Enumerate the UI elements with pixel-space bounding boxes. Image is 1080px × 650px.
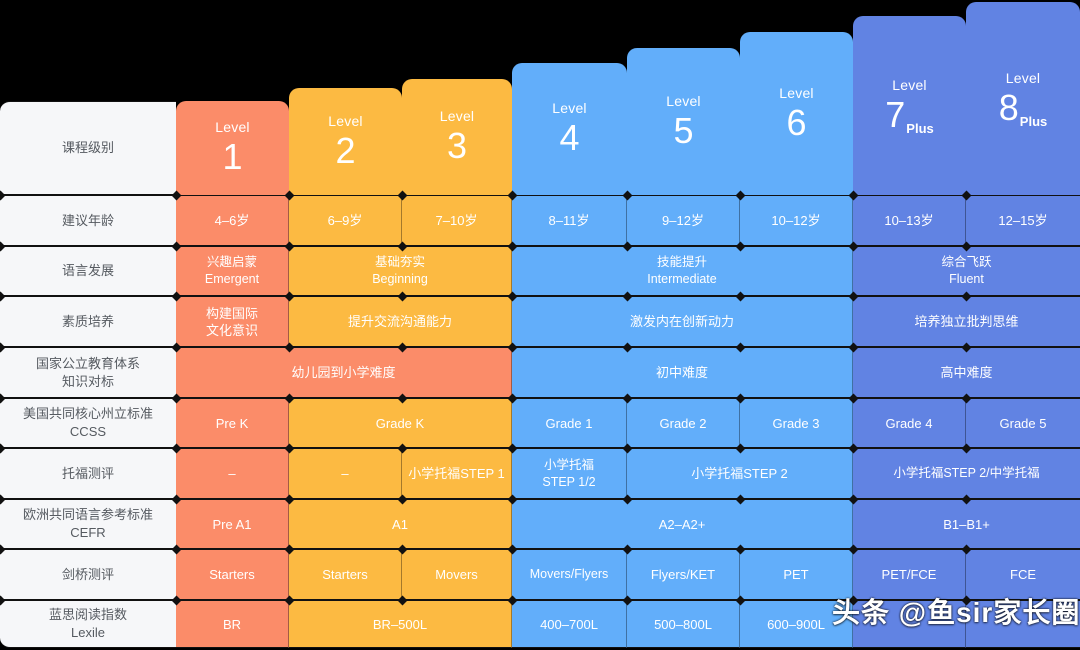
cell-r7-c3: Movers/Flyers	[512, 549, 627, 600]
cell-r5-c1: –	[289, 448, 402, 499]
column-header-level-4[interactable]: Level 4	[512, 63, 638, 195]
column-header-level-number: 1	[222, 136, 243, 177]
cell-r2-c6: 培养独立批判思维	[853, 296, 1080, 347]
cell-r5-c2: 小学托福STEP 1	[402, 448, 512, 499]
cell-r5-c4: 小学托福STEP 2	[627, 448, 853, 499]
cell-r4-c3: Grade 1	[512, 398, 627, 448]
column-header-level-number: 2	[335, 129, 356, 171]
cell-r3-c0: 幼儿园到小学难度	[176, 347, 512, 398]
cell-r2-c1: 提升交流沟通能力	[289, 296, 512, 347]
cell-r2-c0: 构建国际 文化意识	[176, 296, 289, 347]
column-header-level-6[interactable]: Level 6	[740, 32, 864, 195]
column-header-level-word: Level	[779, 84, 814, 101]
cell-r5-c3: 小学托福 STEP 1/2	[512, 448, 627, 499]
cell-r6-c0: Pre A1	[176, 499, 289, 549]
cell-r5-c6: 小学托福STEP 2/中学托福	[853, 448, 1080, 499]
cell-r7-c0: Starters	[176, 549, 289, 600]
column-header-number-line: 3	[447, 125, 467, 167]
cell-r7-c6: PET/FCE	[853, 549, 966, 600]
row-label-3: 素质培养	[0, 296, 176, 347]
column-header-level-8[interactable]: Level 8 Plus	[966, 2, 1080, 195]
row-label-8: 剑桥测评	[0, 549, 176, 600]
column-header-level-3[interactable]: Level 3	[402, 79, 523, 195]
cell-r8-c0: BR	[176, 600, 289, 648]
cell-r8-c3: 400–700L	[512, 600, 627, 648]
column-header-level-word: Level	[552, 100, 587, 116]
column-header-level-number: 4	[559, 117, 580, 158]
column-header-number-line: 5	[673, 110, 693, 152]
column-header-level-word: Level	[439, 108, 475, 124]
row-label-1: 建议年龄	[0, 195, 176, 246]
column-header-level-word: Level	[215, 119, 250, 135]
cell-r0-c0: 4–6岁	[176, 195, 289, 246]
column-header-number-line: 8 Plus	[999, 87, 1048, 129]
cell-r4-c0: Pre K	[176, 398, 289, 448]
column-header-level-word: Level	[328, 112, 363, 129]
column-header-level-2[interactable]: Level 2	[289, 88, 413, 195]
row-label-4: 国家公立教育体系 知识对标	[0, 347, 176, 398]
cell-r0-c7: 12–15岁	[966, 195, 1080, 246]
column-header-plus-badge: Plus	[906, 120, 934, 136]
row-label-7: 欧洲共同语言参考标准 CEFR	[0, 499, 176, 549]
column-header-number-line: 4	[559, 117, 579, 159]
cell-r1-c0: 兴趣启蒙 Emergent	[176, 246, 289, 296]
cell-r4-c4: Grade 2	[627, 398, 740, 448]
cell-r7-c4: Flyers/KET	[627, 549, 740, 600]
column-header-number-line: 1	[222, 136, 242, 178]
column-header-level-word: Level	[892, 76, 927, 93]
column-header-level-number: 7	[885, 93, 906, 135]
cell-r6-c3: A2–A2+	[512, 499, 853, 549]
cell-r4-c5: Grade 3	[740, 398, 853, 448]
row-label-5: 美国共同核心州立标准 CCSS	[0, 398, 176, 448]
cell-r7-c1: Starters	[289, 549, 402, 600]
cell-r7-c2: Movers	[402, 549, 512, 600]
course-level-comparison-table: Level 1 Level 2 Level 3 Level 4 Level 5 Level 6 Leve…	[0, 0, 1080, 650]
column-header-level-word: Level	[1005, 69, 1041, 86]
column-header-level-7[interactable]: Level 7 Plus	[853, 16, 977, 195]
cell-r4-c6: Grade 4	[853, 398, 966, 448]
cell-r7-c7: FCE	[966, 549, 1080, 600]
watermark: 头条 @鱼sir家长圈	[832, 597, 1080, 628]
cell-r3-c6: 高中难度	[853, 347, 1080, 398]
column-header-plus-badge: Plus	[1019, 113, 1048, 129]
cell-r0-c5: 10–12岁	[740, 195, 853, 246]
row-label-9: 蓝思阅读指数 Lexile	[0, 600, 176, 648]
cell-r0-c4: 9–12岁	[627, 195, 740, 246]
row-label-6: 托福测评	[0, 448, 176, 499]
column-header-level-word: Level	[666, 92, 701, 109]
column-header-level-5[interactable]: Level 5	[627, 48, 751, 195]
column-header-level-number: 3	[446, 125, 468, 166]
column-header-level-number: 8	[998, 86, 1019, 128]
cell-r6-c6: B1–B1+	[853, 499, 1080, 549]
cell-r0-c3: 8–11岁	[512, 195, 627, 246]
column-header-number-line: 7 Plus	[885, 94, 934, 136]
cell-r0-c1: 6–9岁	[289, 195, 402, 246]
cell-r6-c1: A1	[289, 499, 512, 549]
cell-r2-c3: 激发内在创新动力	[512, 296, 853, 347]
cell-r0-c6: 10–13岁	[853, 195, 966, 246]
cell-r8-c1: BR–500L	[289, 600, 512, 648]
row-label-0: 课程级别	[0, 101, 176, 195]
cell-r1-c6: 综合飞跃 Fluent	[853, 246, 1080, 296]
cell-r3-c3: 初中难度	[512, 347, 853, 398]
cell-r1-c3: 技能提升 Intermediate	[512, 246, 853, 296]
cell-r4-c7: Grade 5	[966, 398, 1080, 448]
cell-r4-c1: Grade K	[289, 398, 512, 448]
column-header-level-number: 5	[673, 109, 694, 151]
cell-r8-c4: 500–800L	[627, 600, 740, 648]
column-header-level-1[interactable]: Level 1	[176, 101, 300, 195]
row-label-2: 语言发展	[0, 246, 176, 296]
column-header-number-line: 2	[335, 130, 355, 172]
cell-r0-c2: 7–10岁	[402, 195, 512, 246]
cell-r1-c1: 基础夯实 Beginning	[289, 246, 512, 296]
column-header-level-number: 6	[786, 101, 807, 143]
cell-r5-c0: –	[176, 448, 289, 499]
cell-r7-c5: PET	[740, 549, 853, 600]
column-header-number-line: 6	[786, 102, 806, 144]
